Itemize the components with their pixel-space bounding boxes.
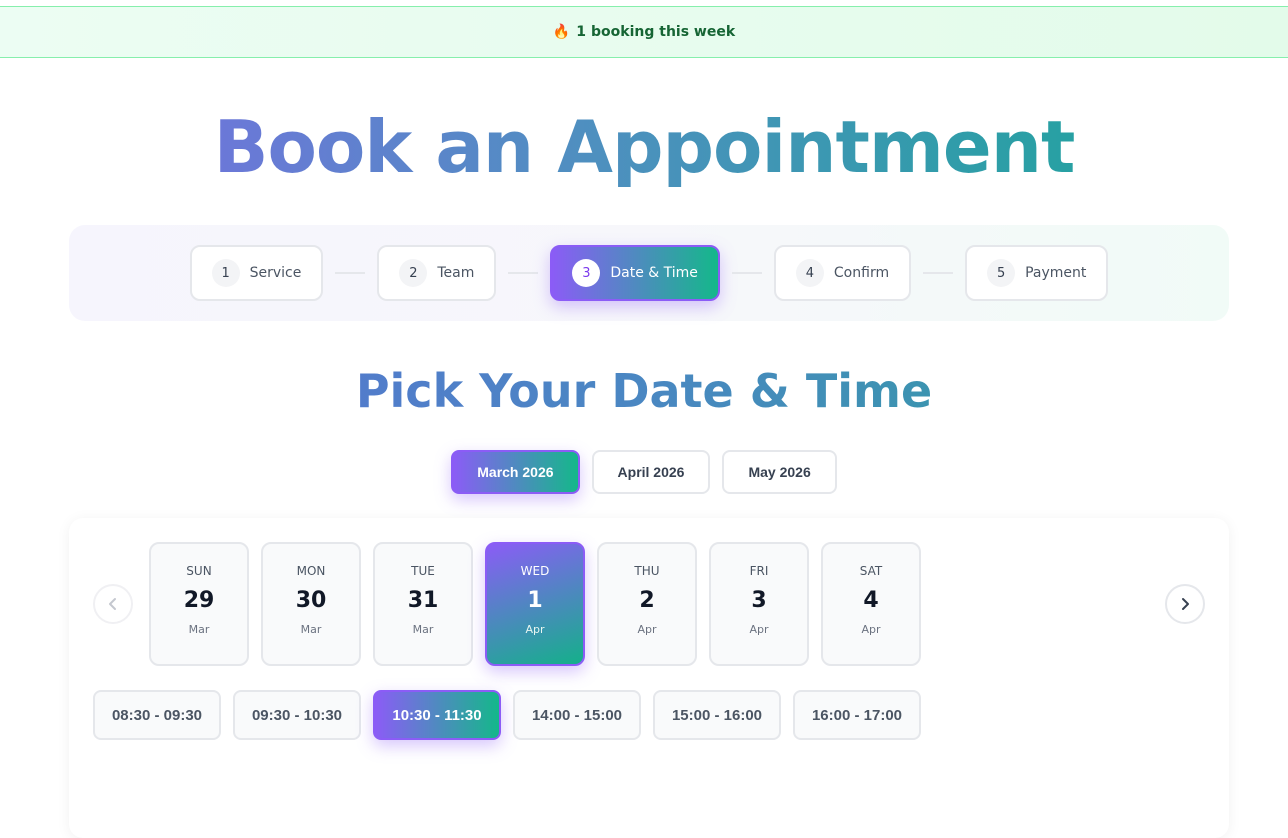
day-list: SUN 29 Mar MON 30 Mar TUE 31 Mar WED 1 A…	[149, 542, 921, 666]
day-of-week: SAT	[859, 564, 883, 578]
time-slot[interactable]: 14:00 - 15:00	[513, 690, 641, 740]
time-slot-selected[interactable]: 10:30 - 11:30	[373, 690, 501, 740]
day-number: 30	[295, 588, 327, 613]
day-number: 2	[639, 588, 655, 613]
step-progress: 1 Service 2 Team 3 Date & Time 4 Confirm…	[69, 225, 1229, 321]
time-slot-list: 08:30 - 09:30 09:30 - 10:30 10:30 - 11:3…	[93, 690, 921, 740]
page-title: Book an Appointment	[0, 104, 1288, 190]
step-label: Service	[249, 265, 302, 281]
day-month: Mar	[300, 623, 322, 636]
month-tab-march[interactable]: March 2026	[451, 450, 580, 494]
day-number: 31	[407, 588, 439, 613]
day-month: Apr	[525, 623, 545, 636]
time-slot[interactable]: 09:30 - 10:30	[233, 690, 361, 740]
step-number: 1	[211, 259, 240, 287]
calendar-card: SUN 29 Mar MON 30 Mar TUE 31 Mar WED 1 A…	[69, 518, 1229, 838]
step-number: 5	[987, 259, 1016, 287]
day-card[interactable]: SUN 29 Mar	[149, 542, 249, 666]
step-label: Team	[437, 265, 475, 281]
prev-week-button[interactable]	[93, 584, 133, 624]
step-connector	[335, 272, 366, 274]
booking-count: 1	[576, 24, 587, 40]
day-of-week: FRI	[749, 564, 769, 578]
step-number: 2	[399, 259, 428, 287]
day-number: 29	[183, 588, 215, 613]
step-confirm[interactable]: 4 Confirm	[773, 245, 912, 301]
step-service[interactable]: 1 Service	[189, 245, 324, 301]
step-connector	[508, 272, 539, 274]
day-card[interactable]: TUE 31 Mar	[373, 542, 473, 666]
step-connector	[731, 272, 762, 274]
next-week-button[interactable]	[1165, 584, 1205, 624]
chevron-left-icon	[109, 598, 116, 610]
day-of-week: MON	[296, 564, 326, 578]
step-connector	[923, 272, 954, 274]
day-card-selected[interactable]: WED 1 Apr	[485, 542, 585, 666]
day-of-week: WED	[520, 564, 550, 578]
day-number: 4	[863, 588, 879, 613]
day-number: 1	[527, 588, 543, 613]
step-number: 3	[572, 259, 601, 287]
day-card[interactable]: FRI 3 Apr	[709, 542, 809, 666]
step-label: Payment	[1025, 265, 1087, 281]
chevron-right-icon	[1182, 598, 1189, 610]
day-number: 3	[751, 588, 767, 613]
month-selector: March 2026 April 2026 May 2026	[0, 450, 1288, 494]
day-month: Mar	[412, 623, 434, 636]
step-label: Confirm	[833, 265, 890, 281]
banner-text: booking this week	[591, 24, 736, 40]
fire-icon: 🔥	[552, 24, 571, 40]
step-label: Date & Time	[610, 265, 698, 281]
day-card[interactable]: THU 2 Apr	[597, 542, 697, 666]
day-month: Apr	[637, 623, 657, 636]
day-of-week: SUN	[186, 564, 212, 578]
promo-banner: 🔥 1 booking this week	[0, 6, 1288, 58]
day-month: Mar	[188, 623, 210, 636]
day-card[interactable]: MON 30 Mar	[261, 542, 361, 666]
step-team[interactable]: 2 Team	[377, 245, 497, 301]
day-month: Apr	[861, 623, 881, 636]
time-slot[interactable]: 15:00 - 16:00	[653, 690, 781, 740]
section-title: Pick Your Date & Time	[0, 362, 1288, 420]
time-slot[interactable]: 08:30 - 09:30	[93, 690, 221, 740]
day-card[interactable]: SAT 4 Apr	[821, 542, 921, 666]
time-slot[interactable]: 16:00 - 17:00	[793, 690, 921, 740]
step-number: 4	[795, 259, 824, 287]
day-month: Apr	[749, 623, 769, 636]
month-tab-may[interactable]: May 2026	[722, 450, 837, 494]
month-tab-april[interactable]: April 2026	[591, 450, 711, 494]
day-of-week: TUE	[411, 564, 435, 578]
step-payment[interactable]: 5 Payment	[965, 245, 1109, 301]
step-date-time[interactable]: 3 Date & Time	[550, 245, 720, 301]
day-of-week: THU	[634, 564, 660, 578]
